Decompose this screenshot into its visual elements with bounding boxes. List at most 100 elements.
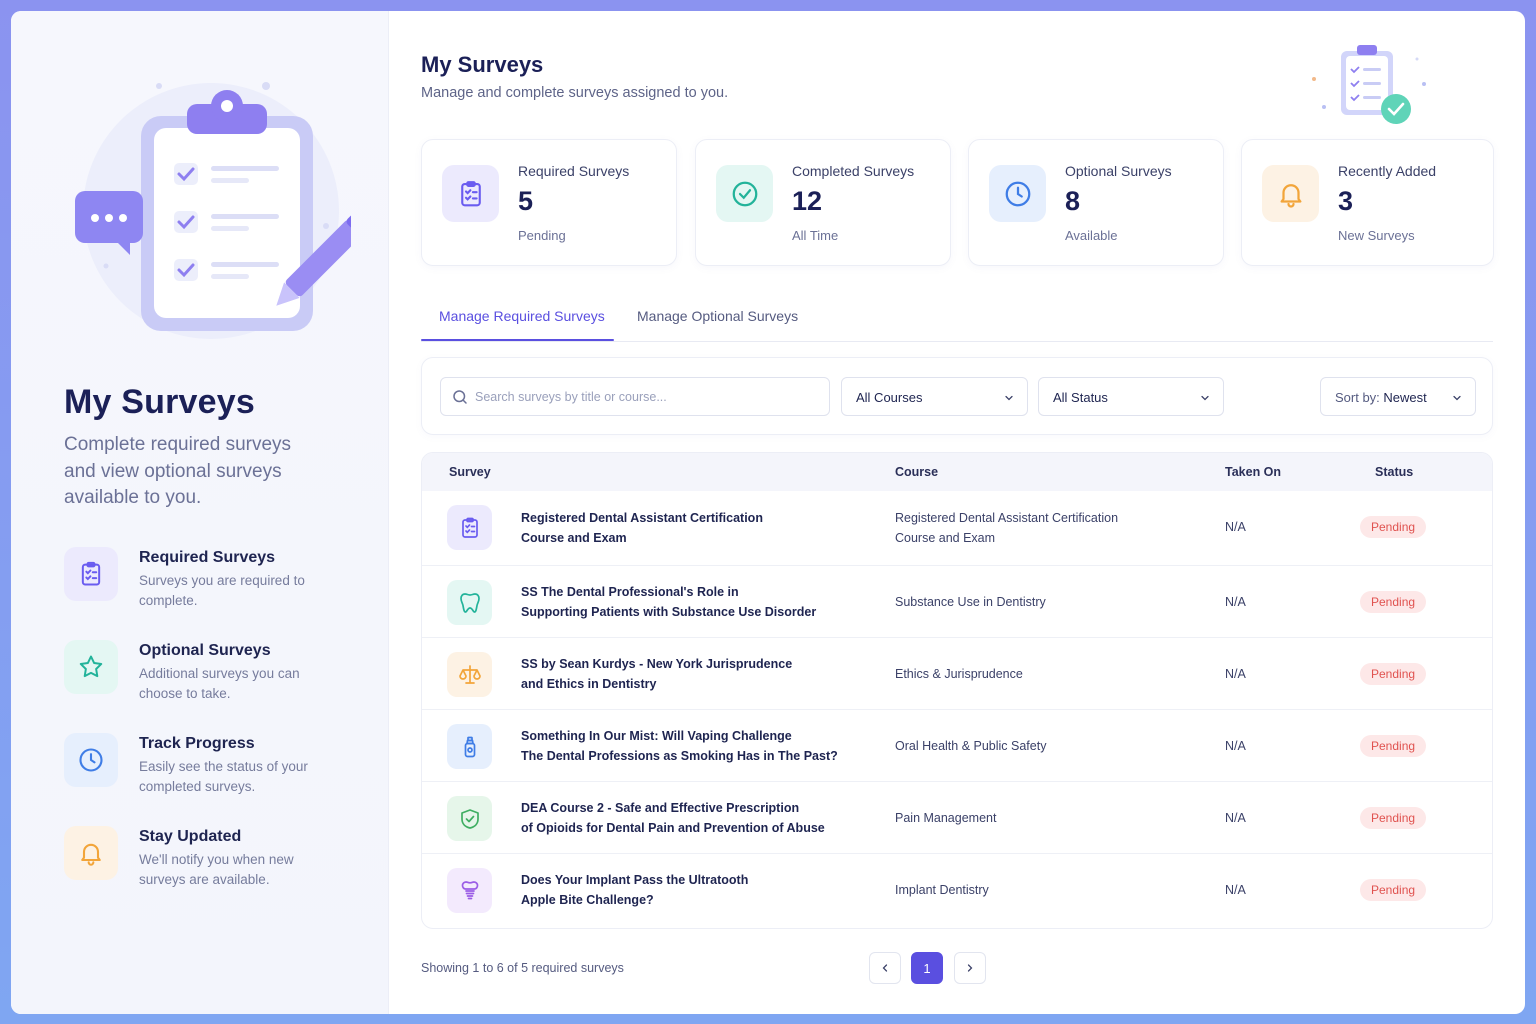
column-taken-on[interactable]: Taken On [1225, 465, 1281, 479]
chevron-right-icon [967, 964, 973, 972]
stat-value: 12 [792, 186, 823, 216]
course-line: Substance Use in Dentistry [895, 595, 1046, 609]
feature-title: Required Surveys [139, 549, 276, 566]
main-content: My Surveys Manage and complete surveys a… [389, 11, 1525, 1014]
page-title: My Surveys [421, 52, 544, 77]
stat-value: 8 [1065, 186, 1081, 216]
stat-recent: Recently Added 3 New Surveys [1241, 139, 1494, 266]
column-course[interactable]: Course [895, 465, 938, 479]
stat-value: 3 [1338, 186, 1354, 216]
status-badge: Pending [1360, 591, 1427, 613]
stat-label: Completed Surveys [792, 163, 915, 179]
survey-title-line: DEA Course 2 - Safe and Effective Prescr… [521, 801, 800, 815]
survey-title-line: Does Your Implant Pass the Ultratooth [521, 873, 749, 887]
stat-footnote: Available [1065, 228, 1118, 243]
scales-icon [447, 652, 492, 697]
feature-title: Stay Updated [139, 828, 242, 845]
survey-title[interactable]: Registered Dental Assistant Certificatio… [521, 508, 841, 548]
survey-course: Oral Health & Public Safety [895, 736, 1145, 756]
page-subtitle: Manage and complete surveys assigned to … [421, 85, 729, 101]
implant-icon [447, 868, 492, 913]
column-status[interactable]: Status [1375, 465, 1413, 479]
feature-required: Required Surveys Surveys you are require… [64, 547, 309, 611]
status-select[interactable]: All Status [1038, 377, 1224, 416]
clipboard-illustration-icon [75, 82, 351, 339]
feature-optional: Optional Surveys Additional surveys you … [64, 640, 309, 704]
left-title: My Surveys [64, 383, 255, 421]
column-survey[interactable]: Survey [449, 465, 491, 479]
course-line: Ethics & Jurisprudence [895, 667, 1023, 681]
chevron-down-icon [1453, 395, 1461, 401]
stat-footnote: Pending [518, 228, 566, 243]
table-row[interactable]: DEA Course 2 - Safe and Effective Prescr… [422, 781, 1492, 853]
survey-title[interactable]: Does Your Implant Pass the Ultratooth App… [521, 870, 841, 910]
table-row[interactable]: Something In Our Mist: Will Vaping Chall… [422, 709, 1492, 781]
survey-title[interactable]: Something In Our Mist: Will Vaping Chall… [521, 726, 861, 766]
survey-title-line: The Dental Professions as Smoking Has in… [521, 749, 838, 763]
table-header: Survey Course Taken On Status [422, 453, 1492, 491]
status-badge: Pending [1360, 516, 1427, 538]
chevron-left-icon [882, 964, 888, 972]
course-line: Course and Exam [895, 531, 996, 545]
status-badge: Pending [1360, 735, 1427, 757]
survey-course: Registered Dental Assistant Certificatio… [895, 508, 1145, 548]
survey-title[interactable]: SS The Dental Professional's Role in Supp… [521, 582, 841, 622]
survey-title-line: and Ethics in Dentistry [521, 677, 657, 691]
feature-title: Track Progress [139, 735, 255, 752]
chevron-down-icon [1201, 395, 1209, 401]
next-page-button[interactable] [954, 952, 986, 984]
survey-title-line: SS The Dental Professional's Role in [521, 585, 739, 599]
app-window: My Surveys Complete required surveys and… [11, 11, 1525, 1014]
stat-required: Required Surveys 5 Pending [421, 139, 677, 266]
taken-on: N/A [1225, 667, 1246, 681]
bell-icon [1262, 165, 1319, 222]
search-box [440, 377, 830, 416]
search-input[interactable] [475, 378, 815, 415]
course-line: Registered Dental Assistant Certificatio… [895, 511, 1119, 525]
shield-check-icon [447, 796, 492, 841]
table-row[interactable]: Does Your Implant Pass the Ultratooth App… [422, 853, 1492, 925]
survey-title-line: SS by Sean Kurdys - New York Jurispruden… [521, 657, 793, 671]
stat-footnote: All Time [792, 228, 839, 243]
clock-icon [64, 733, 118, 787]
stat-label: Optional Surveys [1065, 163, 1172, 179]
survey-title[interactable]: DEA Course 2 - Safe and Effective Prescr… [521, 798, 861, 838]
course-line: Implant Dentistry [895, 883, 989, 897]
prev-page-button[interactable] [869, 952, 901, 984]
clock-icon [989, 165, 1046, 222]
clipboard-list-icon [447, 505, 492, 550]
course-line: Oral Health & Public Safety [895, 739, 1047, 753]
sort-value: Newest [1383, 390, 1427, 405]
tab-required[interactable]: Manage Required Surveys [439, 308, 605, 324]
table-row[interactable]: SS The Dental Professional's Role in Supp… [422, 565, 1492, 637]
stat-optional: Optional Surveys 8 Available [968, 139, 1224, 266]
table-row[interactable]: SS by Sean Kurdys - New York Jurispruden… [422, 637, 1492, 709]
info-panel: My Surveys Complete required surveys and… [11, 11, 389, 1014]
course-select[interactable]: All Courses [841, 377, 1028, 416]
sort-select[interactable]: Sort by: Newest [1320, 377, 1476, 416]
sort-label: Sort by: [1335, 390, 1380, 405]
tab-optional[interactable]: Manage Optional Surveys [637, 308, 798, 324]
stat-value: 5 [518, 186, 534, 216]
status-badge: Pending [1360, 879, 1427, 901]
survey-course: Implant Dentistry [895, 880, 1145, 900]
survey-title-line: Apple Bite Challenge? [521, 893, 654, 907]
survey-title-line: Course and Exam [521, 531, 627, 545]
survey-title[interactable]: SS by Sean Kurdys - New York Jurispruden… [521, 654, 841, 694]
taken-on: N/A [1225, 739, 1246, 753]
status-badge: Pending [1360, 807, 1427, 829]
sort-select-text: Sort by: Newest [1335, 390, 1427, 405]
feature-desc: Additional surveys you can choose to tak… [139, 666, 300, 701]
stat-completed: Completed Surveys 12 All Time [695, 139, 951, 266]
survey-title-line: Something In Our Mist: Will Vaping Chall… [521, 729, 792, 743]
left-subtitle: Complete required surveys and view optio… [64, 434, 292, 508]
page-button-current[interactable]: 1 [911, 952, 943, 984]
table-row[interactable]: Registered Dental Assistant Certificatio… [422, 491, 1492, 565]
star-icon [64, 640, 118, 694]
tooth-icon [447, 580, 492, 625]
course-line: Pain Management [895, 811, 997, 825]
taken-on: N/A [1225, 811, 1246, 825]
clipboard-check-illustration-icon [1312, 45, 1426, 124]
survey-title-line: of Opioids for Dental Pain and Preventio… [521, 821, 825, 835]
clipboard-list-icon [64, 547, 118, 601]
